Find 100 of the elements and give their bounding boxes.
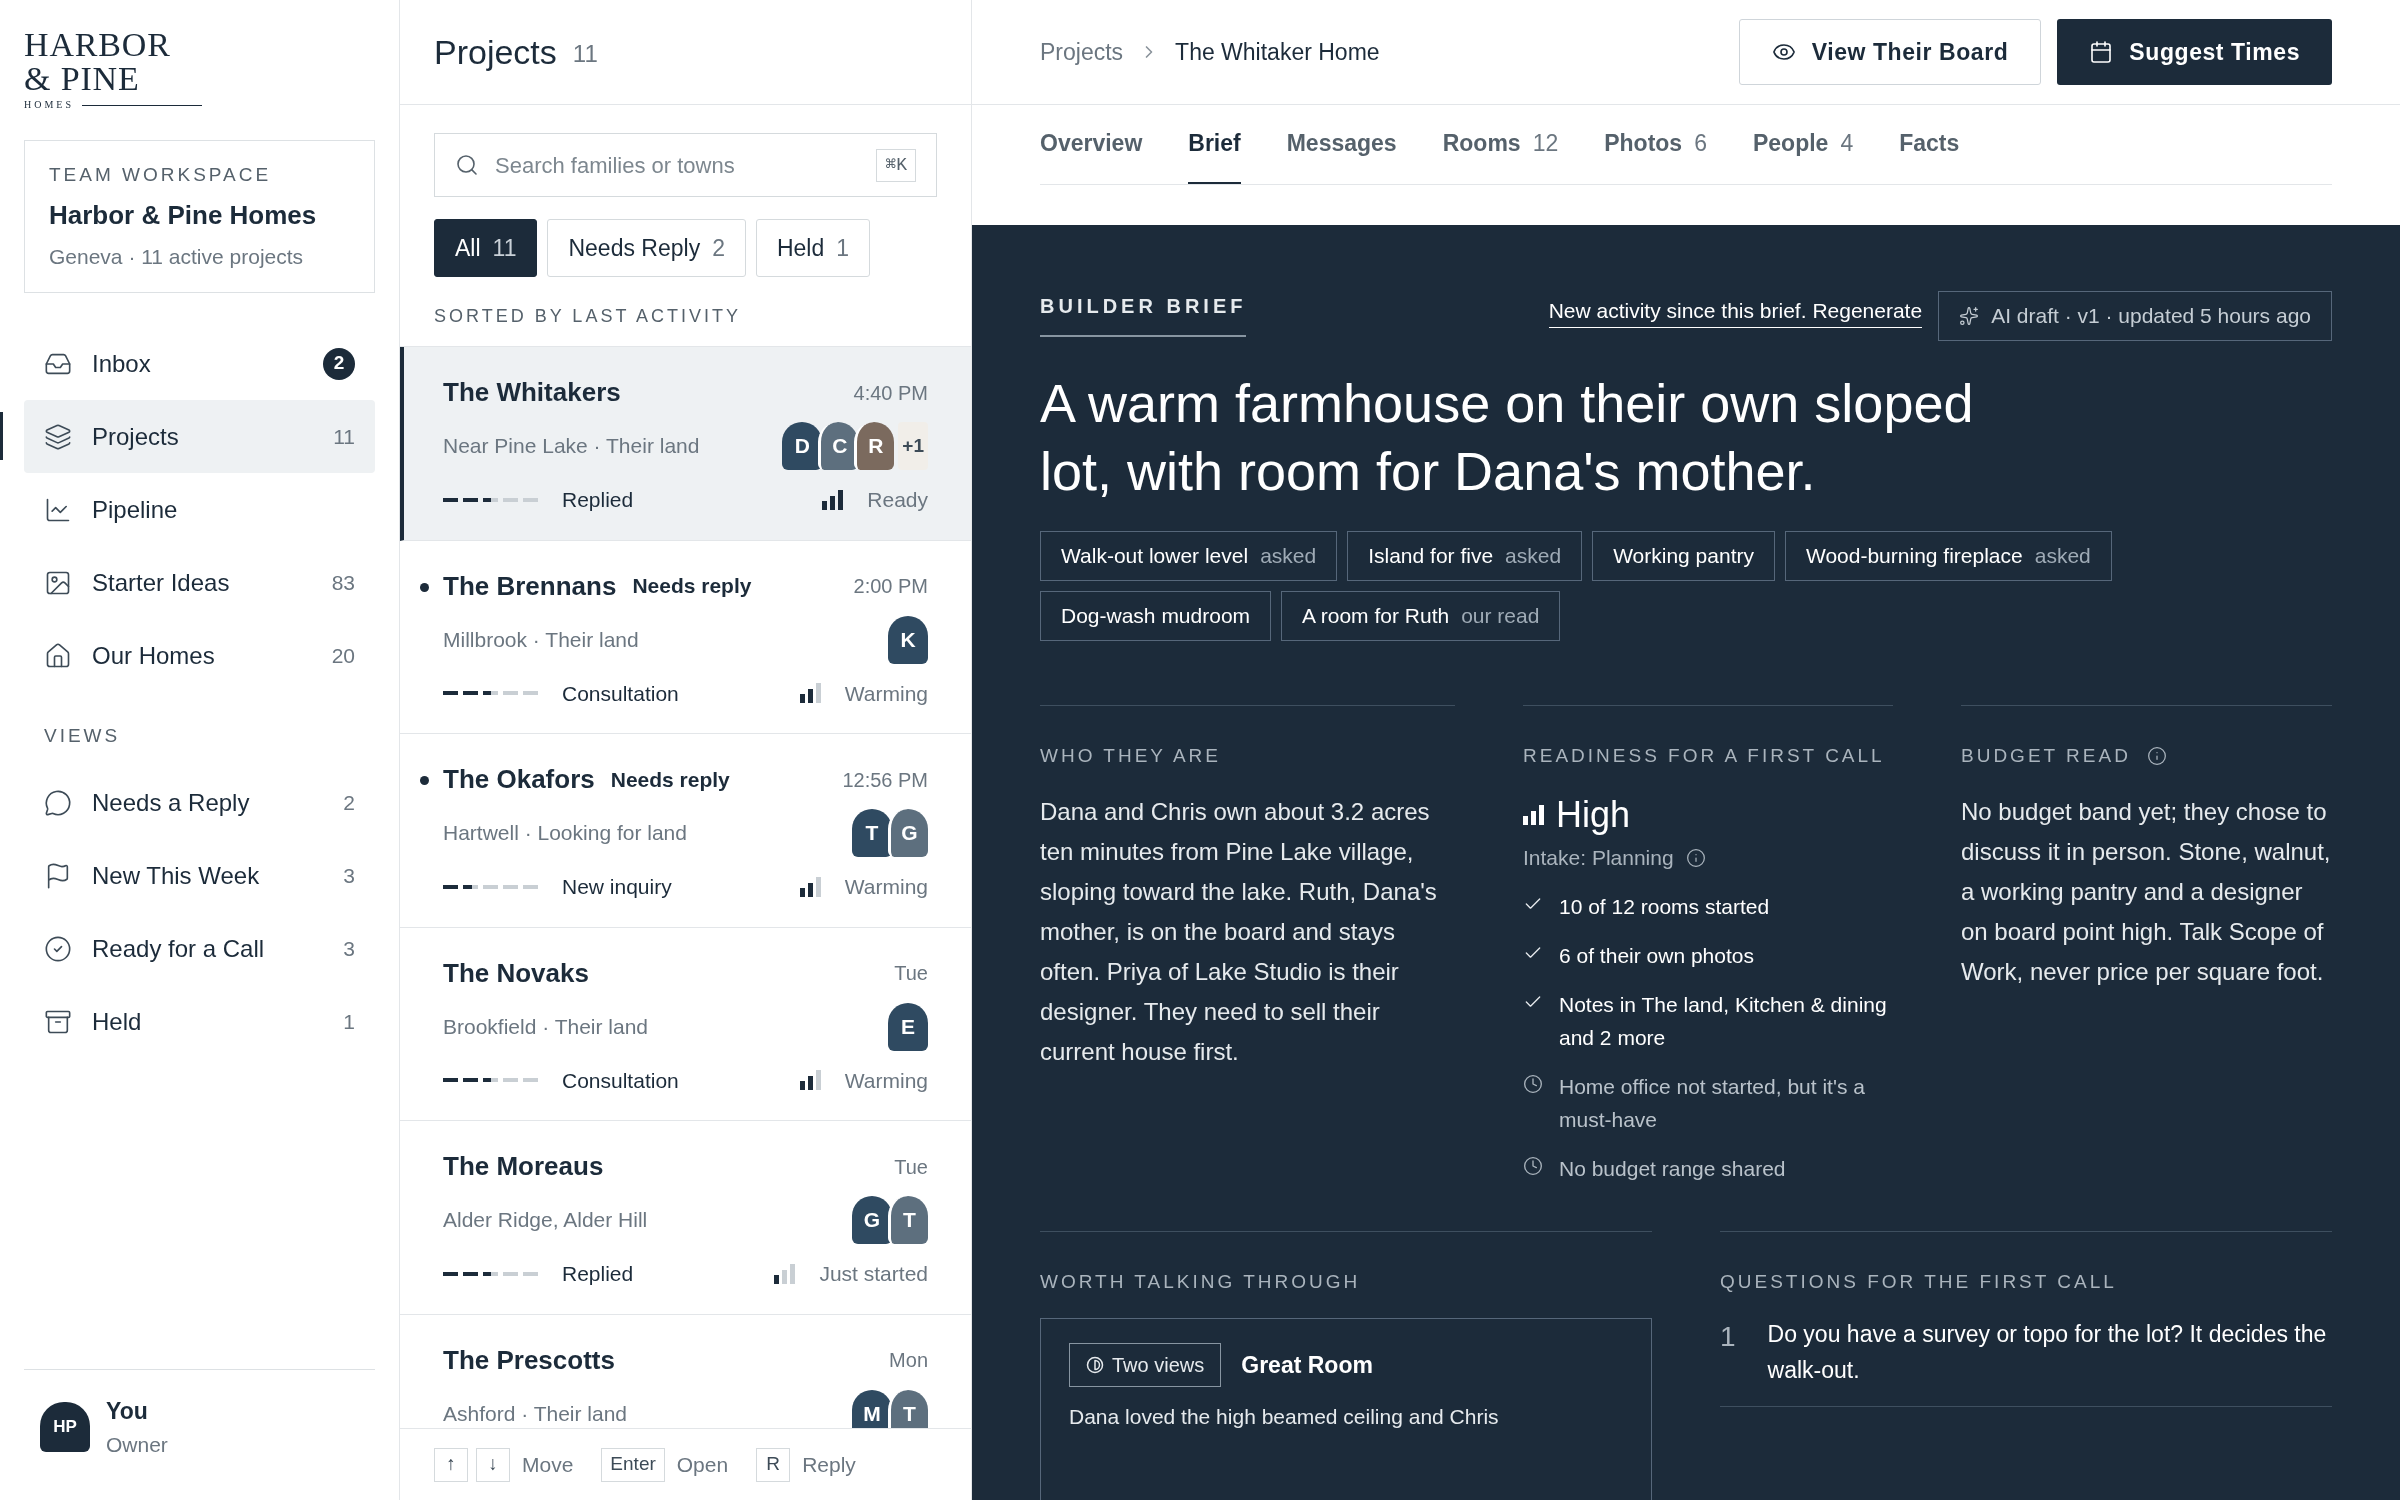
- clock-icon: [1523, 1155, 1543, 1176]
- project-row[interactable]: The Brennans Needs reply 2:00 PM Millbrook · Their land K Consultation Warming: [400, 540, 971, 734]
- section-heading: WHO THEY ARE: [1040, 743, 1222, 768]
- sidebar-item-label: Held: [92, 1007, 143, 1037]
- activity-time: Tue: [894, 1154, 928, 1180]
- activity-time: Tue: [894, 961, 928, 986]
- logo-subtitle: HOMES: [24, 100, 74, 110]
- feature-tag: Walk-out lower level asked: [1040, 530, 1338, 581]
- key-cap: ↓: [476, 1447, 510, 1482]
- family-name: The Brennans: [443, 569, 617, 603]
- workspace-card[interactable]: TEAM WORKSPACE Harbor & Pine Homes Geneva · 11 active projects: [24, 140, 375, 293]
- tab[interactable]: Facts: [1899, 105, 1960, 184]
- topic-card[interactable]: Two views Great Room Dana loved the high beamed ceiling and Chris: [1040, 1318, 1652, 1500]
- sidebar-item[interactable]: Ready for a Call 3: [24, 912, 375, 986]
- sidebar-item-label: Starter Ideas: [92, 567, 231, 598]
- status-tag: Needs reply: [610, 763, 730, 796]
- family-name: The Okafors: [443, 763, 595, 796]
- logo-text: & PINE: [24, 62, 141, 96]
- avatar: T: [888, 1196, 928, 1244]
- sidebar-item[interactable]: Needs a Reply 2: [24, 766, 375, 840]
- project-location: Alder Ridge, Alder Hill: [443, 1207, 649, 1234]
- feature-tag: Wood-burning fireplace asked: [1784, 530, 2112, 581]
- avatar: G: [888, 809, 928, 857]
- tab[interactable]: Messages: [1286, 105, 1397, 184]
- readiness-item: 10 of 12 rooms started: [1559, 893, 1770, 920]
- tab[interactable]: Overview: [1040, 105, 1143, 184]
- activity-time: Mon: [889, 1348, 928, 1373]
- brief-headline: A warm farmhouse on their own sloped lot, with room for Dana's mother.: [1040, 371, 1975, 503]
- item-count: 83: [331, 569, 355, 596]
- two-views-tag: Two views: [1069, 1343, 1222, 1387]
- section-heading: BUILDER BRIEF: [1040, 291, 1247, 337]
- filter-button[interactable]: Needs Reply 2: [547, 219, 746, 277]
- sidebar-item[interactable]: Starter Ideas 83: [24, 546, 375, 619]
- item-count: 3: [343, 863, 355, 890]
- info-icon[interactable]: [2146, 745, 2167, 766]
- user-role: Owner: [106, 1431, 168, 1458]
- regenerate-link[interactable]: New activity since this brief. Regenerate: [1548, 295, 1923, 328]
- action-button[interactable]: Suggest Times: [2057, 19, 2332, 85]
- tab[interactable]: Photos 6: [1604, 105, 1707, 184]
- family-name: The Novaks: [443, 956, 589, 990]
- sidebar-item[interactable]: New This Week 3: [24, 839, 375, 913]
- feature-tag: Island for five asked: [1347, 530, 1583, 581]
- tab[interactable]: People 4: [1752, 105, 1854, 184]
- family-name: The Moreaus: [443, 1150, 604, 1183]
- filter-button[interactable]: Held 1: [755, 219, 871, 277]
- search-icon: [455, 153, 479, 177]
- readiness-item: No budget range shared: [1559, 1155, 1786, 1182]
- project-location: Brookfield · Their land: [443, 1013, 650, 1040]
- archive-icon: [44, 1008, 72, 1036]
- sidebar-item[interactable]: Inbox 2: [24, 327, 375, 400]
- sidebar-item-label: Inbox: [92, 348, 152, 379]
- key-hint: Move: [522, 1451, 574, 1478]
- feature-tag: Dog-wash mudroom: [1040, 590, 1272, 641]
- section-heading: READINESS FOR A FIRST CALL: [1523, 743, 1886, 768]
- item-count: 1: [343, 1009, 355, 1036]
- sidebar-item[interactable]: Pipeline: [24, 473, 375, 546]
- tab[interactable]: Brief: [1188, 105, 1241, 184]
- stage-label: Replied: [562, 487, 635, 513]
- info-icon[interactable]: [1685, 847, 1706, 868]
- item-count: 11: [333, 423, 355, 450]
- project-row[interactable]: The Prescotts Mon Ashford · Their land M T: [400, 1314, 971, 1428]
- sidebar-item[interactable]: Our Homes 20: [24, 619, 375, 692]
- speech-bubble-icon: [44, 789, 72, 817]
- project-location: Near Pine Lake · Their land: [443, 433, 701, 460]
- sidebar-item[interactable]: Held 1: [24, 985, 375, 1059]
- family-name: The Prescotts: [443, 1343, 615, 1377]
- action-button[interactable]: View Their Board: [1738, 19, 2042, 85]
- budget-text: No budget band yet; they chose to discuss it in person. Stone, walnut, a working pantry and a designer on board point high. Talk Scope of Work, never price per square foot.: [1961, 797, 2332, 987]
- question-text: Do you have a survey or topo for the lot? It decides the walk-out.: [1767, 1320, 2328, 1385]
- activity-time: 12:56 PM: [842, 767, 928, 793]
- search-input[interactable]: Search families or towns: [495, 148, 861, 182]
- tab[interactable]: Rooms 12: [1442, 105, 1559, 184]
- logo-text: HARBOR: [24, 28, 172, 62]
- sidebar-item-label: Pipeline: [92, 494, 179, 525]
- readiness-item: Home office not started, but it's a must-have: [1559, 1073, 1866, 1133]
- key-hint: Open: [676, 1451, 729, 1478]
- section-heading: VIEWS: [43, 724, 122, 748]
- readiness-value: High: [1556, 793, 1631, 837]
- item-count: 20: [331, 642, 355, 669]
- avatar: R: [854, 422, 895, 470]
- project-row[interactable]: The Whitakers 4:40 PM Near Pine Lake · Their land D C R +1 Replied Ready: [400, 347, 971, 541]
- key-hint: Reply: [802, 1451, 856, 1478]
- family-name: The Whitakers: [443, 376, 621, 409]
- workspace-name: Harbor & Pine Homes: [49, 198, 318, 232]
- who-they-are-text: Dana and Chris own about 3.2 acres ten minutes from Pine Lake village, sloping toward the lake. Ruth, Dana's mother, is on the board and stays often. Priya of Lake Studio is their designer. They need to sell their current house first.: [1040, 797, 1438, 1067]
- question-number: 1: [1720, 1320, 1736, 1354]
- count-badge: 2: [323, 347, 355, 380]
- project-row[interactable]: The Novaks Tue Brookfield · Their land E Consultation Warming: [400, 927, 971, 1121]
- more-count: +1: [898, 422, 928, 470]
- section-heading: WORTH TALKING THROUGH: [1040, 1269, 1362, 1294]
- sidebar-item[interactable]: Projects 11: [24, 400, 375, 473]
- user-avatar[interactable]: HP: [40, 1402, 90, 1452]
- readiness-item: 6 of their own photos: [1559, 942, 1754, 969]
- search-field[interactable]: Search families or towns ⌘K: [434, 133, 937, 197]
- project-row[interactable]: The Okafors Needs reply 12:56 PM Hartwell · Looking for land T G New inquiry Warming: [400, 734, 971, 928]
- project-row[interactable]: The Moreaus Tue Alder Ridge, Alder Hill G T Replied Just started: [400, 1121, 971, 1315]
- filter-button[interactable]: All 11: [434, 219, 538, 277]
- list-count: 11: [572, 39, 598, 69]
- half-circle-icon: [1086, 1356, 1104, 1374]
- breadcrumb-link[interactable]: Projects: [1040, 34, 1124, 70]
